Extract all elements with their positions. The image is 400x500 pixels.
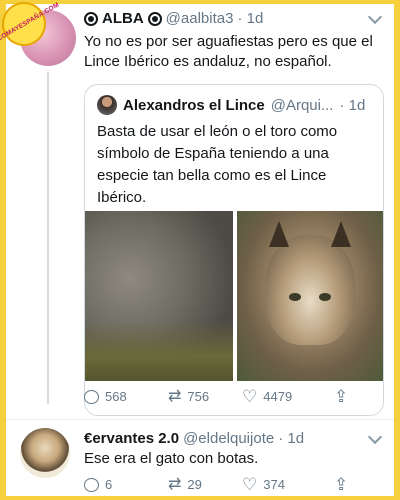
heart-icon: ♡ xyxy=(242,387,258,406)
reply-count: 568 xyxy=(105,389,127,404)
chevron-down-icon[interactable] xyxy=(367,9,383,25)
profile-badge-icon xyxy=(84,11,98,26)
reply-icon xyxy=(84,389,99,404)
retweet-button[interactable]: ⇄ 29 xyxy=(168,475,242,493)
retweet-icon: ⇄ xyxy=(168,387,182,405)
tweet-text: Yo no es por ser aguafiestas pero es que… xyxy=(84,33,373,70)
timestamp: · 1d xyxy=(339,96,366,114)
tweet-actions: 6 ⇄ 29 ♡ 374 ⇪ xyxy=(84,476,384,493)
reply-button[interactable]: 568 xyxy=(84,389,168,404)
user-handle[interactable]: @eldelquijote xyxy=(183,430,274,447)
tweet-header: €ervantes 2.0 @eldelquijote · 1d xyxy=(84,430,304,447)
tweet-thread-card: ALBA @aalbita3 · 1d Yo no es por ser agu… xyxy=(6,4,394,496)
user-handle[interactable]: @aalbita3 xyxy=(166,10,234,27)
retweet-count: 756 xyxy=(187,389,210,404)
tweet-header: ALBA @aalbita3 · 1d xyxy=(84,10,263,27)
display-name[interactable]: €ervantes 2.0 xyxy=(84,430,179,447)
reply-count: 6 xyxy=(105,477,113,492)
like-count: 374 xyxy=(263,477,285,492)
profile-badge-icon xyxy=(147,11,162,26)
retweet-button[interactable]: ⇄ 756 xyxy=(168,387,242,405)
eye-shape xyxy=(289,293,301,301)
quoted-tweet-header: Alexandros el Lince @Arqui... · 1d xyxy=(97,95,365,115)
thread-connector-line xyxy=(47,72,49,404)
share-button[interactable]: ⇪ xyxy=(334,476,348,493)
reply-button[interactable]: 6 xyxy=(84,477,168,492)
tweet-photo[interactable] xyxy=(85,211,233,381)
divider xyxy=(6,419,394,420)
like-button[interactable]: ♡ 4479 xyxy=(242,388,334,405)
avatar[interactable] xyxy=(20,428,70,478)
share-icon: ⇪ xyxy=(334,387,349,406)
user-handle: @Arqui... xyxy=(270,96,334,114)
tweet-text: Ese era el gato con botas. xyxy=(84,450,259,467)
like-button[interactable]: ♡ 374 xyxy=(242,476,334,493)
ear-shape xyxy=(269,221,289,247)
share-button[interactable]: ⇪ xyxy=(334,388,348,405)
timestamp[interactable]: · 1d xyxy=(278,430,304,447)
lynx-face-image xyxy=(265,221,355,345)
share-icon: ⇪ xyxy=(334,475,349,494)
display-name[interactable]: ALBA xyxy=(102,10,144,27)
tweet-photo[interactable] xyxy=(237,211,383,381)
like-count: 4479 xyxy=(263,389,293,404)
chevron-down-icon[interactable] xyxy=(367,429,383,445)
reply-icon xyxy=(84,477,99,492)
eye-shape xyxy=(319,293,331,301)
tweet-actions: 568 ⇄ 756 ♡ 4479 ⇪ xyxy=(84,388,384,405)
quoted-tweet-text: Basta de usar el león o el toro como sím… xyxy=(97,123,338,206)
timestamp[interactable]: · 1d xyxy=(237,10,263,27)
display-name: Alexandros el Lince xyxy=(123,96,265,114)
retweet-count: 29 xyxy=(187,477,202,492)
heart-icon: ♡ xyxy=(242,475,258,494)
quoted-tweet[interactable]: Alexandros el Lince @Arqui... · 1d Basta… xyxy=(84,84,384,416)
ear-shape xyxy=(331,221,351,247)
avatar xyxy=(97,95,117,115)
retweet-icon: ⇄ xyxy=(168,475,182,493)
